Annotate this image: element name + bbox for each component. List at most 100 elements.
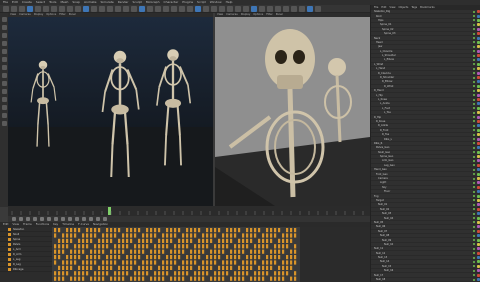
keyframe[interactable]: [134, 255, 137, 260]
keyframe[interactable]: [54, 233, 57, 238]
keyframe[interactable]: [142, 271, 145, 276]
keyframe[interactable]: [226, 233, 229, 238]
tool-button[interactable]: [1, 121, 7, 126]
keyframe[interactable]: [274, 260, 277, 265]
keyframe[interactable]: [266, 233, 269, 238]
keyframe[interactable]: [150, 238, 153, 243]
keyframe[interactable]: [274, 249, 277, 254]
keyframe[interactable]: [282, 260, 285, 265]
keyframe[interactable]: [150, 260, 153, 265]
keyframe[interactable]: [206, 260, 209, 265]
visibility-dot[interactable]: [473, 159, 475, 162]
visibility-dot[interactable]: [473, 278, 475, 281]
keyframe[interactable]: [102, 238, 105, 243]
keyframe[interactable]: [262, 265, 265, 270]
visibility-dot[interactable]: [473, 256, 475, 259]
keyframe[interactable]: [214, 255, 217, 260]
keyframe[interactable]: [278, 244, 281, 249]
visibility-dot[interactable]: [473, 89, 475, 92]
keyframe[interactable]: [66, 271, 69, 276]
tool-button[interactable]: [1, 57, 7, 62]
keyframe[interactable]: [238, 244, 241, 249]
transport-button[interactable]: [47, 217, 51, 221]
keyframe[interactable]: [286, 238, 289, 243]
keyframe[interactable]: [186, 265, 189, 270]
keyframe[interactable]: [218, 228, 221, 233]
keyframe[interactable]: [210, 276, 213, 281]
keyframe[interactable]: [286, 233, 289, 238]
visibility-dot[interactable]: [473, 265, 475, 268]
keyframe[interactable]: [142, 276, 145, 281]
keyframe[interactable]: [270, 260, 273, 265]
keyframe[interactable]: [158, 228, 161, 233]
keyframe[interactable]: [246, 260, 249, 265]
keyframe[interactable]: [122, 265, 125, 270]
keyframe[interactable]: [114, 249, 117, 254]
tool-button[interactable]: [1, 89, 7, 94]
toolbar-button[interactable]: [171, 5, 177, 12]
keyframe[interactable]: [194, 260, 197, 265]
keyframe[interactable]: [126, 238, 129, 243]
keyframe[interactable]: [202, 265, 205, 270]
keyframe[interactable]: [246, 228, 249, 233]
keyframe[interactable]: [250, 276, 253, 281]
keyframe[interactable]: [118, 255, 121, 260]
keyframe[interactable]: [158, 271, 161, 276]
visibility-dot[interactable]: [473, 195, 475, 198]
toolbar-button[interactable]: [131, 5, 137, 12]
keyframe[interactable]: [110, 276, 113, 281]
keyframe[interactable]: [54, 244, 57, 249]
keyframe[interactable]: [114, 260, 117, 265]
keyframe[interactable]: [58, 255, 61, 260]
keyframe[interactable]: [266, 271, 269, 276]
transport-button[interactable]: [12, 217, 16, 221]
keyframe[interactable]: [126, 228, 129, 233]
keyframe[interactable]: [246, 255, 249, 260]
keyframe[interactable]: [218, 244, 221, 249]
keyframe[interactable]: [250, 255, 253, 260]
keyframe[interactable]: [114, 276, 117, 281]
keyframe[interactable]: [222, 244, 225, 249]
keyframe[interactable]: [182, 265, 185, 270]
toolbar-button[interactable]: [115, 5, 121, 12]
keyframe[interactable]: [174, 260, 177, 265]
keyframe[interactable]: [250, 249, 253, 254]
keyframe[interactable]: [58, 271, 61, 276]
keyframe[interactable]: [194, 233, 197, 238]
keyframe[interactable]: [82, 276, 85, 281]
keyframe[interactable]: [70, 265, 73, 270]
keyframe[interactable]: [54, 260, 57, 265]
keyframe[interactable]: [54, 249, 57, 254]
keyframe[interactable]: [290, 255, 293, 260]
keyframe[interactable]: [278, 276, 281, 281]
keyframe[interactable]: [166, 265, 169, 270]
keyframe[interactable]: [162, 260, 165, 265]
keyframe[interactable]: [230, 228, 233, 233]
visibility-dot[interactable]: [473, 164, 475, 167]
keyframe[interactable]: [230, 238, 233, 243]
keyframe[interactable]: [138, 276, 141, 281]
toolbar-button[interactable]: [139, 5, 145, 12]
keyframe[interactable]: [94, 249, 97, 254]
keyframe[interactable]: [74, 244, 77, 249]
keyframe[interactable]: [58, 244, 61, 249]
transport-button[interactable]: [26, 217, 30, 221]
keyframe[interactable]: [202, 260, 205, 265]
keyframe[interactable]: [270, 276, 273, 281]
keyframe[interactable]: [254, 244, 257, 249]
keyframe[interactable]: [154, 228, 157, 233]
keyframe[interactable]: [246, 238, 249, 243]
keyframe[interactable]: [182, 244, 185, 249]
keyframe[interactable]: [114, 244, 117, 249]
visibility-dot[interactable]: [473, 234, 475, 237]
keyframe[interactable]: [234, 244, 237, 249]
dope-sheet[interactable]: Edit View Frame Functions Key Timeline F-Curve…: [0, 222, 370, 282]
keyframe[interactable]: [290, 265, 293, 270]
keyframe[interactable]: [102, 276, 105, 281]
keyframe[interactable]: [238, 265, 241, 270]
tool-button[interactable]: [1, 73, 7, 78]
keyframe[interactable]: [190, 260, 193, 265]
keyframe[interactable]: [266, 260, 269, 265]
toolbar-button[interactable]: [163, 5, 169, 12]
keyframe[interactable]: [98, 255, 101, 260]
